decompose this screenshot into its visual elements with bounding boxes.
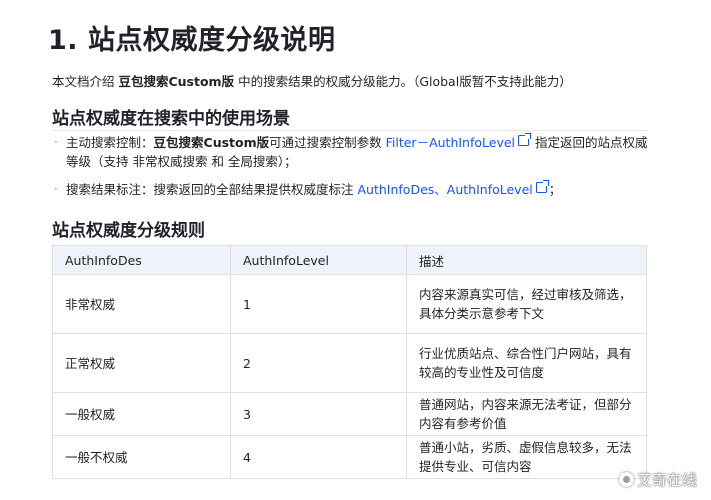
authority-level-table: AuthInfoDes AuthInfoLevel 描述 非常权威 1 内容来源… [52,245,647,479]
logo-icon [618,472,634,487]
cell-authinfolevel: 4 [230,435,407,479]
bullet-dot: · [54,182,58,196]
page-title: 1. 站点权威度分级说明 [48,25,336,56]
bullet-product-name: 豆包搜索Custom版 [153,135,270,150]
bullet-text: ； [548,182,562,197]
cell-authinfolevel: 1 [230,274,407,334]
intro-paragraph: 本文档介绍 豆包搜索Custom版 中的搜索结果的权威分级能力。（Global版… [52,71,572,90]
section-heading-usage: 站点权威度在搜索中的使用场景 [52,109,290,129]
authinfo-fields-link[interactable]: AuthInfoDes、AuthInfoLevel [358,182,533,197]
column-header-authinfodes: AuthInfoDes [52,245,231,275]
table-row: 非常权威 1 内容来源真实可信，经过审核及筛选，具体分类示意参考下文 [52,274,647,334]
bullet-dot: · [54,135,58,149]
usage-list: · 主动搜索控制：豆包搜索Custom版可通过搜索控制参数 Filter－Auth… [52,133,652,199]
intro-suffix: 中的搜索结果的权威分级能力。（Global版暂不支持此能力） [234,74,572,89]
cell-authinfodes: 一般权威 [52,392,231,436]
table-row: 一般不权威 4 普通小站，劣质、虚假信息较多，无法提供专业、可信内容 [52,435,647,479]
section-heading-rules: 站点权威度分级规则 [52,221,205,241]
column-header-description: 描述 [406,245,647,275]
filter-authinfolevel-link[interactable]: Filter－AuthInfoLevel [386,135,515,150]
table-row: 一般权威 3 普通网站，内容来源无法考证，但部分内容有参考价值 [52,392,647,436]
external-link-icon[interactable] [535,180,549,193]
watermark: 艾奇在线 [618,469,697,490]
column-header-authinfolevel: AuthInfoLevel [230,245,407,275]
cell-authinfolevel: 3 [230,392,407,436]
watermark-text: 艾奇在线 [636,471,697,489]
section-divider [52,130,647,131]
cell-authinfodes: 一般不权威 [52,435,231,479]
document-page: 1. 站点权威度分级说明 本文档介绍 豆包搜索Custom版 中的搜索结果的权威… [0,0,711,500]
bullet-label: 搜索结果标注： [66,182,154,197]
bullet-label: 主动搜索控制： [66,135,154,150]
intro-prefix: 本文档介绍 [52,74,119,89]
table-row: 正常权威 2 行业优质站点、综合性门户网站，具有较高的专业性及可信度 [52,333,647,393]
list-item: · 主动搜索控制：豆包搜索Custom版可通过搜索控制参数 Filter－Auth… [52,133,652,171]
bullet-text: 可通过搜索控制参数 [269,135,386,150]
cell-authinfodes: 正常权威 [52,333,231,393]
cell-description: 普通网站，内容来源无法考证，但部分内容有参考价值 [406,392,647,436]
table-header-row: AuthInfoDes AuthInfoLevel 描述 [52,245,647,275]
cell-authinfodes: 非常权威 [52,274,231,334]
intro-product-name: 豆包搜索Custom版 [118,74,235,89]
external-link-icon[interactable] [518,133,532,146]
cell-description: 普通小站，劣质、虚假信息较多，无法提供专业、可信内容 [406,435,647,479]
cell-description: 内容来源真实可信，经过审核及筛选，具体分类示意参考下文 [406,274,647,334]
cell-authinfolevel: 2 [230,333,407,393]
cell-description: 行业优质站点、综合性门户网站，具有较高的专业性及可信度 [406,333,647,393]
bullet-text: 搜索返回的全部结果提供权威度标注 [153,182,358,197]
list-item: · 搜索结果标注：搜索返回的全部结果提供权威度标注 AuthInfoDes、Aut… [52,180,652,199]
